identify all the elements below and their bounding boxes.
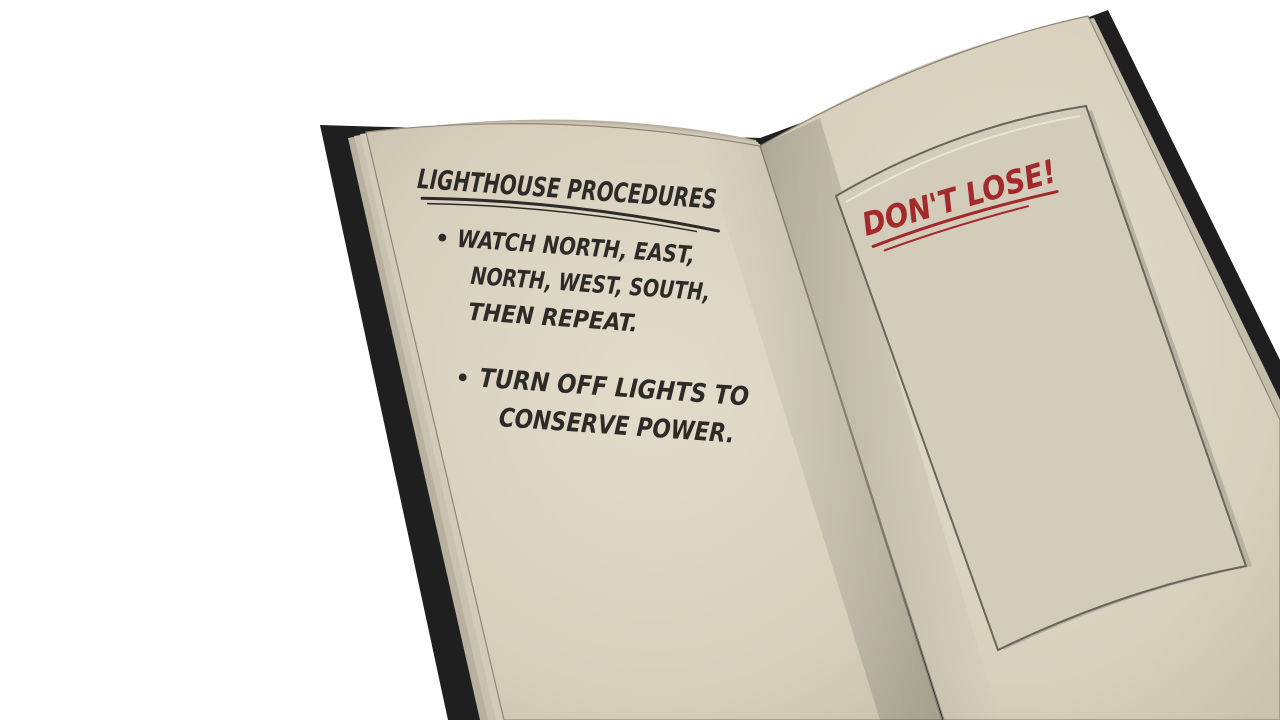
bullet-dot-2: • — [455, 366, 471, 392]
journal-scene: LIGHTHOUSE PROCEDURES • WATCH NORTH, EAS… — [320, 10, 1280, 720]
bullet-dot-1: • — [434, 226, 450, 252]
